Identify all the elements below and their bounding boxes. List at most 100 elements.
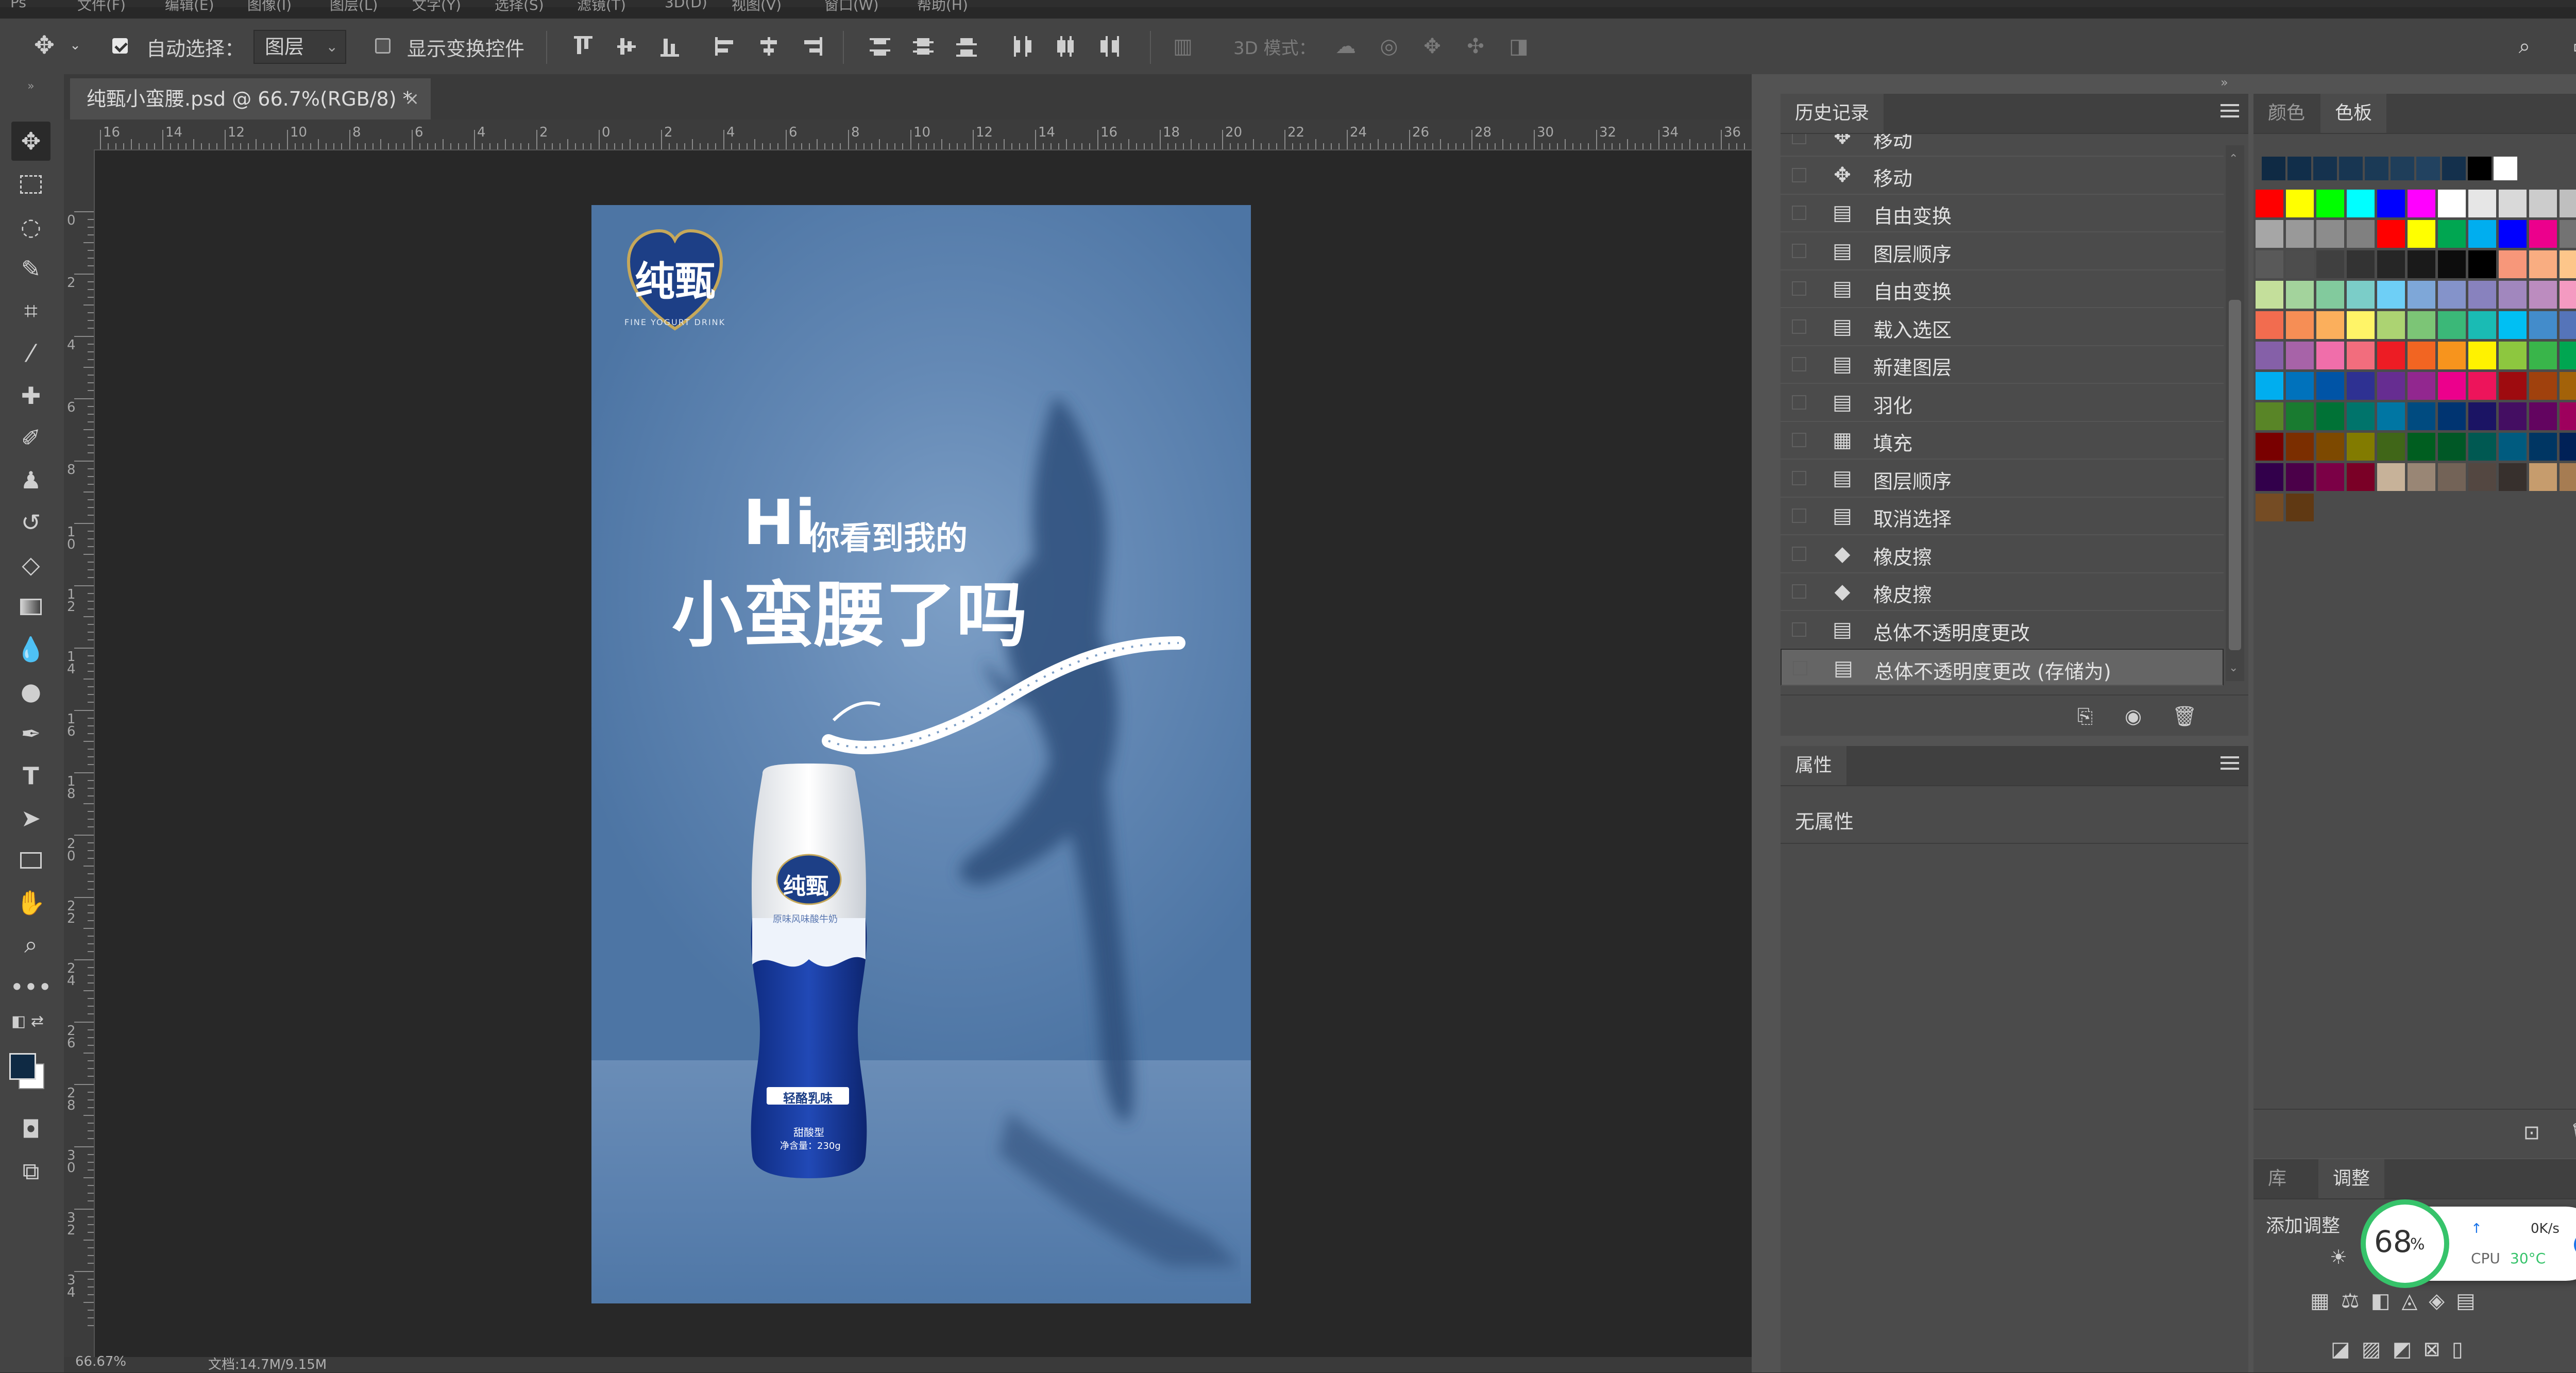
move-tool-icon[interactable]: ✥: [29, 30, 60, 61]
color-swatch[interactable]: [2377, 372, 2405, 400]
workspace-icon[interactable]: ▭: [2566, 31, 2576, 62]
recent-swatch[interactable]: [2391, 157, 2414, 180]
recent-swatch[interactable]: [2494, 157, 2517, 180]
color-swatch[interactable]: [2408, 190, 2435, 217]
color-swatch[interactable]: [2529, 463, 2557, 491]
tab-properties[interactable]: 属性: [1781, 746, 1847, 785]
history-scrollbar[interactable]: ⌃ ⌄: [2226, 145, 2244, 681]
exposure-icon[interactable]: ◧: [2371, 1289, 2391, 1320]
color-swatch[interactable]: [2377, 311, 2405, 339]
color-swatch[interactable]: [2316, 281, 2344, 309]
menu-layer[interactable]: 图层(L): [330, 0, 378, 14]
color-swatch[interactable]: [2438, 433, 2466, 461]
distribute-left-icon[interactable]: [1008, 31, 1037, 62]
color-swatch[interactable]: [2529, 281, 2557, 309]
color-swatch[interactable]: [2286, 494, 2314, 521]
history-item[interactable]: ▤ 羽化: [1781, 384, 2224, 422]
healing-brush-tool-icon[interactable]: ✚: [11, 376, 50, 415]
color-swatch[interactable]: [2408, 250, 2435, 278]
align-top-icon[interactable]: [569, 31, 598, 62]
history-source-checkbox[interactable]: [1792, 622, 1806, 637]
history-item[interactable]: ▤ 图层顺序: [1781, 460, 2224, 498]
recent-swatch[interactable]: [2313, 157, 2337, 180]
history-source-checkbox[interactable]: [1792, 546, 1806, 561]
history-item[interactable]: ▤ 总体不透明度更改 (存储为): [1781, 649, 2224, 686]
history-item[interactable]: ▤ 新建图层: [1781, 346, 2224, 384]
color-swatch[interactable]: [2316, 311, 2344, 339]
color-swatch[interactable]: [2408, 402, 2435, 430]
history-item[interactable]: ▤ 取消选择: [1781, 497, 2224, 535]
screen-mode-icon[interactable]: ⧉: [11, 1152, 50, 1191]
color-swatch[interactable]: [2560, 311, 2576, 339]
history-item[interactable]: ✥ 移动: [1781, 134, 2224, 157]
history-source-checkbox[interactable]: [1792, 319, 1806, 334]
color-swatch[interactable]: [2316, 433, 2344, 461]
posterize-icon[interactable]: ▨: [2362, 1337, 2381, 1368]
document-canvas[interactable]: 纯甄 FINE YOGURT DRINK Hi 你看到我的 小蛮腰了吗 纯甄 原…: [591, 205, 1251, 1303]
document-size[interactable]: 文档:14.7M/9.15M: [208, 1354, 327, 1373]
trash-icon[interactable]: 🗑: [2570, 1121, 2576, 1144]
eyedropper-tool-icon[interactable]: ⁄: [11, 334, 50, 373]
color-swatch[interactable]: [2408, 342, 2435, 369]
color-swatch[interactable]: [2468, 342, 2496, 369]
color-swatch[interactable]: [2529, 190, 2557, 217]
3d-orbit-icon[interactable]: ☁: [1331, 31, 1360, 62]
color-swatch[interactable]: [2560, 402, 2576, 430]
type-tool-icon[interactable]: T: [11, 756, 50, 795]
scroll-up-icon[interactable]: ⌃: [2229, 152, 2238, 165]
color-swatch[interactable]: [2468, 402, 2496, 430]
menu-help[interactable]: 帮助(H): [917, 0, 968, 14]
quick-selection-tool-icon[interactable]: ✎: [11, 249, 50, 289]
color-swatch[interactable]: [2438, 220, 2466, 248]
tab-history[interactable]: 历史记录: [1781, 94, 1884, 133]
color-swatch[interactable]: [2316, 220, 2344, 248]
color-swatch[interactable]: [2316, 402, 2344, 430]
color-swatch[interactable]: [2560, 463, 2576, 491]
levels-icon[interactable]: ▦: [2310, 1289, 2330, 1320]
history-item[interactable]: ✥ 移动: [1781, 157, 2224, 195]
color-swatch[interactable]: [2316, 342, 2344, 369]
color-swatch[interactable]: [2377, 220, 2405, 248]
3d-slide-icon[interactable]: ✣: [1461, 31, 1490, 62]
recent-swatch[interactable]: [2365, 157, 2388, 180]
history-item[interactable]: ▦ 填充: [1781, 421, 2224, 460]
auto-select-target-dropdown[interactable]: 图层 ⌄: [253, 30, 346, 64]
color-swatch[interactable]: [2286, 190, 2314, 217]
panel-menu-icon[interactable]: [2221, 104, 2239, 118]
history-source-checkbox[interactable]: [1792, 243, 1806, 258]
color-swatch[interactable]: [2347, 220, 2375, 248]
color-swatch[interactable]: [2286, 281, 2314, 309]
scroll-down-icon[interactable]: ⌄: [2229, 662, 2238, 674]
color-swatch[interactable]: [2256, 220, 2283, 248]
color-swatch[interactable]: [2499, 463, 2527, 491]
pen-tool-icon[interactable]: ✒: [11, 714, 50, 753]
recent-swatch[interactable]: [2442, 157, 2466, 180]
collapse-dock-icon[interactable]: »: [2221, 75, 2228, 90]
more-tools-icon[interactable]: •••: [10, 968, 52, 1007]
history-source-checkbox[interactable]: [1792, 134, 1806, 144]
history-item[interactable]: ▤ 自由变换: [1781, 194, 2224, 232]
color-swatch[interactable]: [2468, 433, 2496, 461]
align-right-icon[interactable]: [798, 31, 826, 62]
color-swatch[interactable]: [2468, 250, 2496, 278]
zoom-tool-icon[interactable]: ⌕: [11, 925, 50, 964]
menu-select[interactable]: 选择(S): [495, 0, 544, 14]
color-swatch[interactable]: [2499, 342, 2527, 369]
color-swatch[interactable]: [2560, 281, 2576, 309]
distribute-top-icon[interactable]: [866, 31, 894, 62]
history-source-checkbox[interactable]: [1792, 167, 1806, 182]
color-swatch[interactable]: [2408, 463, 2435, 491]
color-swatch[interactable]: [2499, 281, 2527, 309]
distribute-horizontal-center-icon[interactable]: [1051, 31, 1080, 62]
3d-scale-icon[interactable]: ◨: [1504, 31, 1533, 62]
tab-adjustments[interactable]: 调整: [2318, 1159, 2385, 1198]
color-swatch[interactable]: [2256, 433, 2283, 461]
color-swatch[interactable]: [2286, 250, 2314, 278]
menu-file[interactable]: 文件(F): [77, 0, 126, 14]
recent-swatch[interactable]: [2468, 157, 2492, 180]
menu-image[interactable]: 图像(I): [247, 0, 292, 14]
distribute-bottom-icon[interactable]: [952, 31, 981, 62]
distribute-vertical-center-icon[interactable]: [909, 31, 938, 62]
color-swatch[interactable]: [2438, 342, 2466, 369]
color-swatch[interactable]: [2347, 250, 2375, 278]
